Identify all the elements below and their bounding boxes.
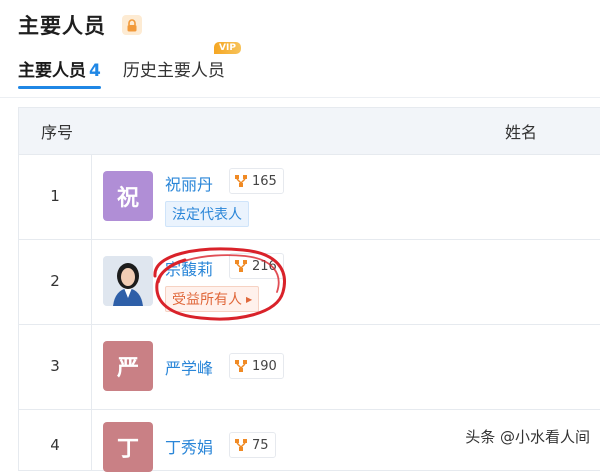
column-separator xyxy=(91,325,92,409)
column-separator xyxy=(91,155,92,239)
avatar: 丁 xyxy=(103,422,153,472)
column-header-name: 姓名 xyxy=(505,123,538,142)
relation-count-button[interactable]: 165 xyxy=(229,168,284,194)
row-seq: 4 xyxy=(50,436,60,454)
tab-history-personnel-label: 历史主要人员 xyxy=(122,61,225,81)
personnel-table: 序号 姓名 1 祝 祝丽丹 165 法定代表人 2 宗馥莉 216 受益所有人 … xyxy=(18,107,600,472)
relation-count-button[interactable]: 190 xyxy=(229,353,284,379)
tab-bar: 主要人员 4 历史主要人员 xyxy=(18,56,225,92)
tab-main-personnel-count: 4 xyxy=(89,61,101,81)
vip-badge: VIP xyxy=(214,42,241,54)
tab-divider xyxy=(0,97,600,98)
avatar: 严 xyxy=(103,341,153,391)
relation-count: 165 xyxy=(252,173,277,189)
lock-icon[interactable] xyxy=(122,15,142,35)
person-name-link[interactable]: 丁秀娟 xyxy=(165,434,213,458)
column-header-seq: 序号 xyxy=(41,123,74,142)
highlight-circle-annotation xyxy=(153,247,286,321)
person-name-link[interactable]: 祝丽丹 xyxy=(165,171,213,195)
table-header: 序号 姓名 xyxy=(19,108,600,155)
relation-count: 190 xyxy=(252,358,277,374)
column-separator xyxy=(91,410,92,470)
page-header: 主要人员 xyxy=(18,10,142,40)
relation-graph-icon xyxy=(235,360,247,372)
row-seq: 3 xyxy=(50,357,60,375)
avatar: 祝 xyxy=(103,171,153,221)
relation-count: 75 xyxy=(252,437,269,453)
relation-count-button[interactable]: 75 xyxy=(229,432,276,458)
person-name-link[interactable]: 严学峰 xyxy=(165,355,213,379)
relation-graph-icon xyxy=(235,175,247,187)
row-seq: 1 xyxy=(50,187,60,205)
table-row: 2 宗馥莉 216 受益所有人 ▶ xyxy=(19,240,600,325)
table-row: 3 严 严学峰 190 xyxy=(19,325,600,410)
tab-history-personnel[interactable]: 历史主要人员 xyxy=(123,56,225,89)
row-seq: 2 xyxy=(50,272,60,290)
tab-main-personnel[interactable]: 主要人员 4 xyxy=(18,56,101,89)
tab-main-personnel-label: 主要人员 xyxy=(18,61,86,81)
role-tag: 法定代表人 xyxy=(165,201,249,227)
relation-graph-icon xyxy=(235,439,247,451)
column-separator xyxy=(91,240,92,324)
page-title: 主要人员 xyxy=(18,14,106,38)
source-watermark: 头条 @小水看人间 xyxy=(465,428,590,446)
table-row: 1 祝 祝丽丹 165 法定代表人 xyxy=(19,155,600,240)
